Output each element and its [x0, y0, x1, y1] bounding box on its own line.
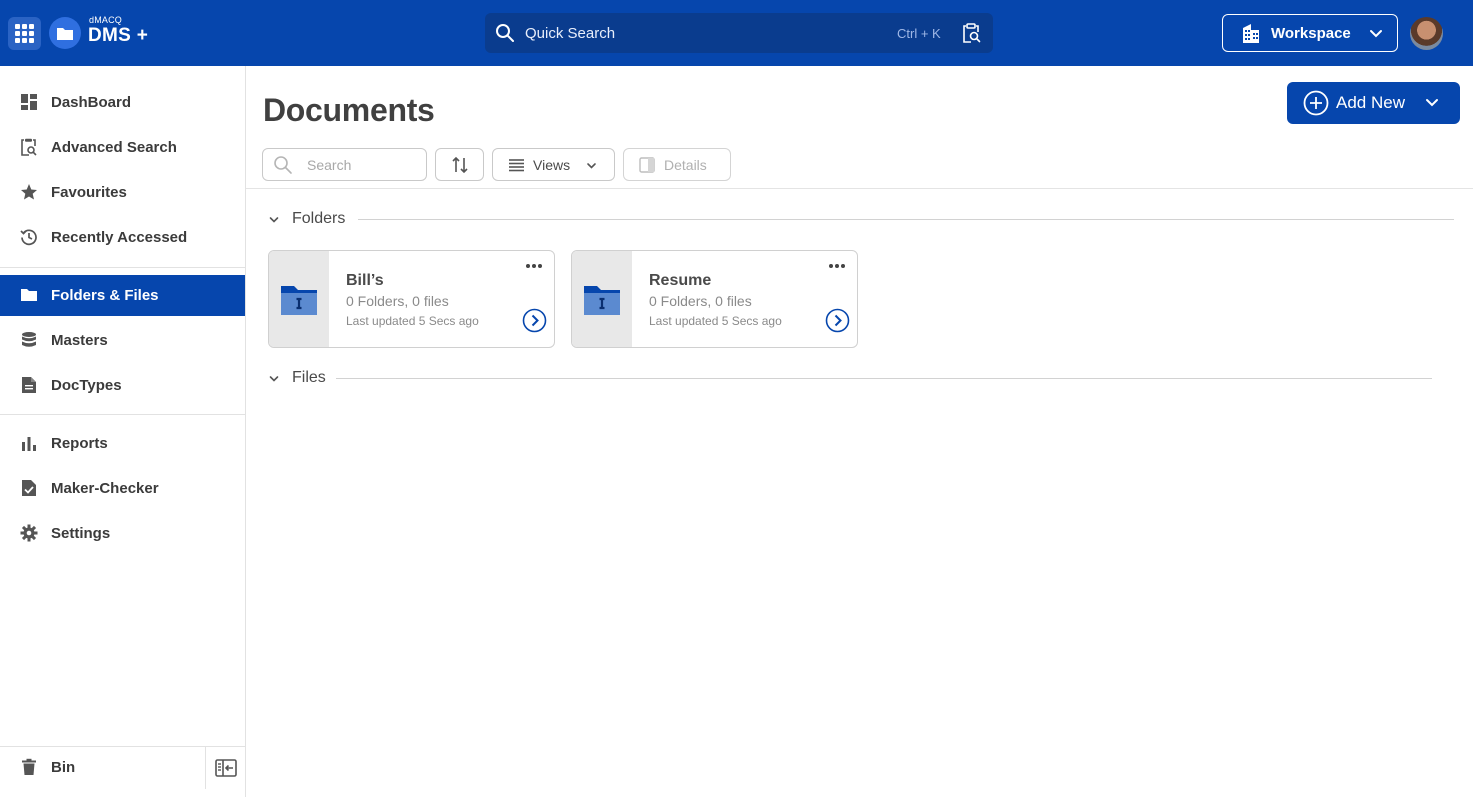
details-panel-icon: [639, 157, 655, 173]
clipboard-search-icon[interactable]: [961, 23, 981, 44]
documents-search-field[interactable]: [262, 148, 427, 181]
sidebar-item-bin[interactable]: Bin: [0, 747, 205, 788]
views-label: Views: [533, 157, 571, 173]
dashboard-icon: [21, 94, 37, 110]
files-section-header[interactable]: Files: [268, 368, 1432, 388]
history-icon: [20, 229, 37, 246]
sidebar-item-masters[interactable]: Masters: [0, 320, 245, 361]
app-launcher-button[interactable]: [8, 17, 41, 50]
sidebar-item-maker-checker[interactable]: Maker-Checker: [0, 468, 245, 509]
folder-info-icon: [281, 286, 317, 315]
folder-thumbnail: [269, 251, 329, 347]
more-options-icon[interactable]: [828, 263, 846, 269]
list-icon: [509, 159, 524, 172]
top-bar: dMACQ DMS + Quick Search Ctrl + K Worksp…: [0, 0, 1473, 66]
add-new-label: Add New: [1336, 93, 1405, 112]
sidebar-item-doctypes[interactable]: DocTypes: [0, 365, 245, 406]
section-divider: [358, 219, 1454, 220]
chevron-down-icon: [1426, 99, 1438, 107]
folder-count: 0 Folders, 0 files: [346, 293, 449, 309]
sidebar-item-advanced-search[interactable]: Advanced Search: [0, 127, 245, 168]
folder-icon: [21, 289, 37, 301]
chevron-down-icon: [269, 376, 279, 382]
sidebar-item-label: Maker-Checker: [51, 480, 159, 497]
trash-icon: [22, 758, 36, 775]
sidebar-item-label: DocTypes: [51, 377, 122, 394]
logo-icon[interactable]: [49, 17, 81, 49]
add-new-button[interactable]: Add New: [1287, 82, 1460, 124]
document-check-icon: [22, 480, 36, 496]
sidebar-item-label: Reports: [51, 435, 108, 452]
building-icon: [1243, 24, 1259, 43]
sort-button[interactable]: [435, 148, 484, 181]
sidebar-item-label: Bin: [51, 759, 76, 776]
sidebar-item-label: Settings: [51, 525, 111, 542]
chevron-right-circle-icon[interactable]: [825, 308, 850, 333]
page-title: Documents: [263, 92, 435, 128]
toolbar-divider: [246, 188, 1473, 189]
sort-icon: [451, 156, 468, 173]
quick-search-label: Quick Search: [525, 25, 616, 42]
folder-count: 0 Folders, 0 files: [649, 293, 752, 309]
logo-brand-small: dMACQ: [89, 15, 123, 25]
sidebar-item-recently-accessed[interactable]: Recently Accessed: [0, 217, 245, 258]
sidebar: DashBoard Advanced Search Favourites Rec…: [0, 66, 246, 797]
files-section-label: Files: [292, 369, 326, 386]
folder-card[interactable]: Resume 0 Folders, 0 files Last updated 5…: [571, 250, 858, 348]
collapse-sidebar-button[interactable]: [205, 747, 245, 789]
plus-circle-icon: [1303, 90, 1329, 116]
sidebar-item-settings[interactable]: Settings: [0, 513, 245, 554]
sidebar-item-label: Recently Accessed: [51, 229, 188, 246]
user-avatar[interactable]: [1410, 17, 1443, 50]
folder-updated: Last updated 5 Secs ago: [649, 314, 782, 328]
details-button[interactable]: Details: [623, 148, 731, 181]
logo-product-name: DMS +: [88, 25, 149, 46]
database-icon: [22, 332, 36, 347]
search-icon: [274, 156, 292, 174]
search-icon: [496, 24, 514, 42]
sidebar-item-dashboard[interactable]: DashBoard: [0, 82, 245, 123]
folders-section-header[interactable]: Folders: [268, 209, 1454, 229]
sidebar-collapse-icon: [214, 759, 237, 777]
details-label: Details: [664, 157, 707, 173]
folders-section-label: Folders: [292, 210, 346, 227]
workspace-label: Workspace: [1271, 25, 1351, 42]
workspace-dropdown[interactable]: Workspace: [1222, 14, 1398, 52]
sidebar-item-label: Folders & Files: [51, 287, 159, 304]
bar-chart-icon: [22, 437, 36, 451]
sidebar-item-label: Favourites: [51, 184, 127, 201]
sidebar-item-folders-files[interactable]: Folders & Files: [0, 275, 245, 316]
sidebar-item-label: Masters: [51, 332, 108, 349]
chevron-down-icon: [587, 163, 596, 169]
doctype-icon: [22, 377, 36, 393]
sidebar-item-favourites[interactable]: Favourites: [0, 172, 245, 213]
sidebar-divider: [0, 267, 245, 268]
advanced-search-icon: [21, 138, 37, 156]
sidebar-item-label: Advanced Search: [51, 139, 177, 156]
folder-name: Bill’s: [346, 272, 384, 289]
gear-icon: [20, 524, 38, 542]
folder-card[interactable]: Bill’s 0 Folders, 0 files Last updated 5…: [268, 250, 555, 348]
quick-search-shortcut: Ctrl + K: [897, 26, 941, 41]
section-divider: [336, 378, 1432, 379]
chevron-down-icon: [1370, 30, 1382, 38]
folder-name: Resume: [649, 272, 712, 289]
sidebar-bin-row: Bin: [0, 746, 245, 789]
quick-search-bar[interactable]: Quick Search Ctrl + K: [485, 13, 993, 53]
sidebar-item-label: DashBoard: [51, 94, 132, 111]
folder-updated: Last updated 5 Secs ago: [346, 314, 479, 328]
more-options-icon[interactable]: [525, 263, 543, 269]
chevron-down-icon: [269, 217, 279, 223]
views-dropdown[interactable]: Views: [492, 148, 615, 181]
documents-search-input[interactable]: [307, 156, 419, 174]
folder-info-icon: [584, 286, 620, 315]
sidebar-divider: [0, 414, 245, 415]
sidebar-item-reports[interactable]: Reports: [0, 423, 245, 464]
folder-thumbnail: [572, 251, 632, 347]
chevron-right-circle-icon[interactable]: [522, 308, 547, 333]
grid-icon: [15, 24, 34, 43]
star-icon: [21, 184, 37, 200]
